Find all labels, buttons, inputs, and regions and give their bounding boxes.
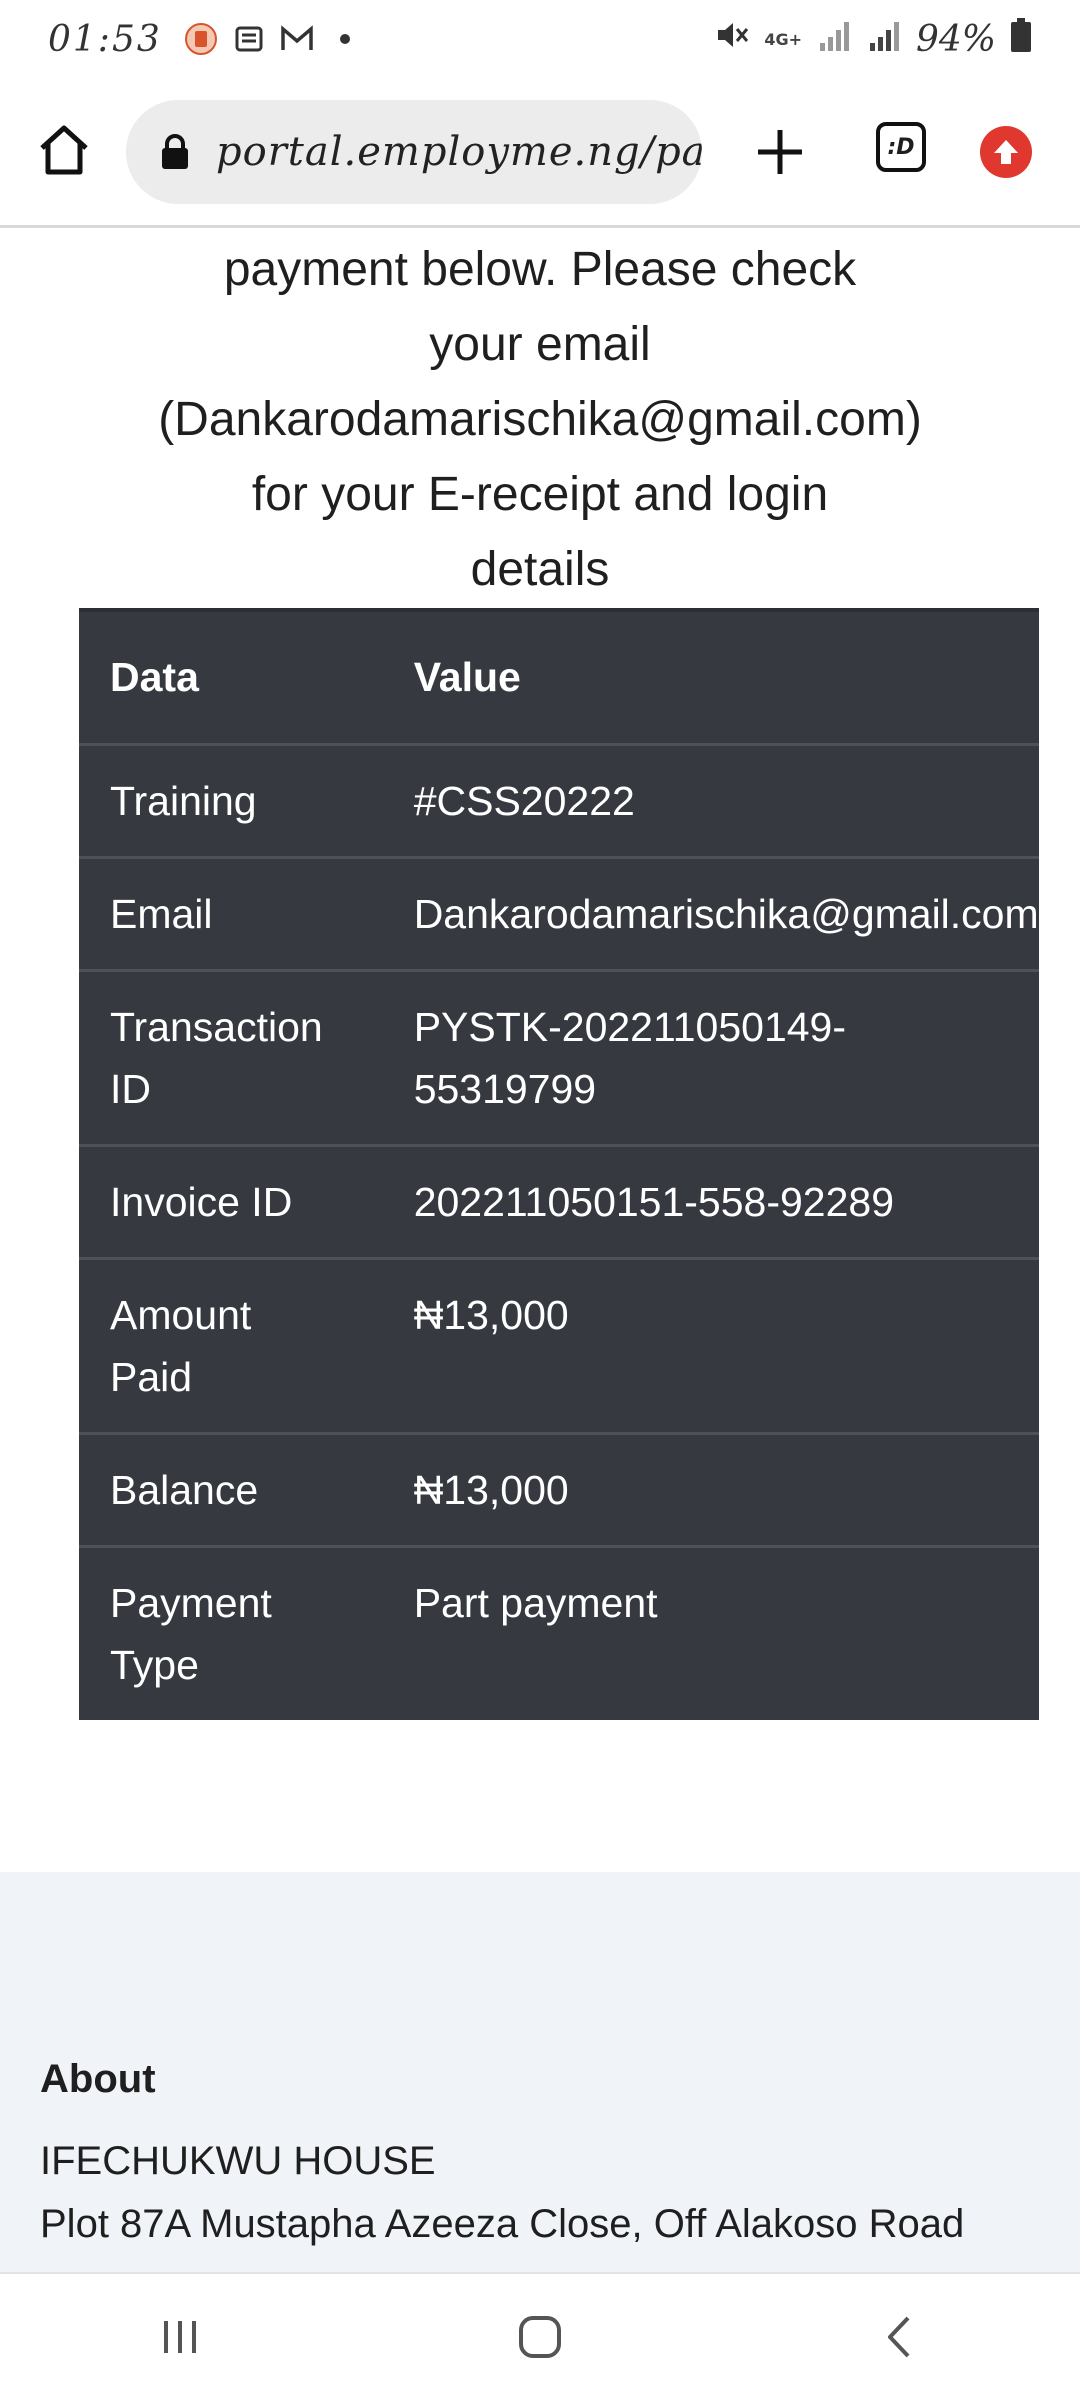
table-row: Training #CSS20222 xyxy=(79,742,1039,857)
tabs-button[interactable]: :D xyxy=(876,122,926,172)
signal-icon xyxy=(816,17,852,62)
row-value: 202211050151-558-92289 xyxy=(382,1143,1039,1258)
recent-apps-icon[interactable] xyxy=(140,2307,220,2367)
back-icon[interactable] xyxy=(860,2307,940,2367)
network-type-label: 4G+ xyxy=(764,29,802,49)
row-key: Invoice ID xyxy=(79,1143,383,1258)
gmail-icon xyxy=(280,22,314,56)
dot-icon xyxy=(328,22,362,56)
home-icon[interactable] xyxy=(36,122,92,178)
mute-icon xyxy=(714,17,750,62)
upgrade-icon[interactable] xyxy=(980,126,1032,178)
row-key: Transaction ID xyxy=(79,968,383,1145)
new-tab-icon[interactable] xyxy=(752,124,808,180)
home-nav-icon[interactable] xyxy=(500,2307,580,2367)
app-notification-icon xyxy=(184,22,218,56)
url-text[interactable]: portal.employme.ng/pay xyxy=(216,129,702,175)
footer-address-line1: IFECHUKWU HOUSE xyxy=(40,2139,436,2183)
notification-icons xyxy=(184,22,362,56)
intro-line: details xyxy=(470,543,610,596)
intro-line: (Dankarodamarischika@gmail.com) xyxy=(158,393,922,446)
table-header-row: Data Value xyxy=(79,608,1039,744)
battery-percent: 94% xyxy=(915,18,996,60)
table-row: Transaction ID PYSTK-202211050149-553197… xyxy=(79,968,1039,1145)
lock-icon xyxy=(160,133,190,171)
table-row: Amount Paid ₦13,000 xyxy=(79,1256,1039,1433)
signal-icon-2 xyxy=(866,17,902,62)
footer-address-line2: Plot 87A Mustapha Azeeza Close, Off Alak… xyxy=(40,2202,965,2246)
row-value: PYSTK-202211050149-55319799 xyxy=(382,968,1039,1145)
column-header-data: Data xyxy=(79,608,383,744)
message-icon xyxy=(232,22,266,56)
table-row: Payment Type Part payment xyxy=(79,1544,1039,1720)
table-row: Balance ₦13,000 xyxy=(79,1431,1039,1546)
intro-line: your email xyxy=(429,318,651,371)
row-key: Amount Paid xyxy=(79,1256,383,1433)
payment-intro-text: payment below. Please check your email (… xyxy=(0,232,1080,607)
address-bar[interactable]: portal.employme.ng/pay xyxy=(126,100,702,204)
battery-icon xyxy=(1010,17,1032,62)
intro-line: payment below. Please check xyxy=(223,243,857,296)
footer: About IFECHUKWU HOUSE Plot 87A Mustapha … xyxy=(0,1872,1080,2272)
browser-toolbar: portal.employme.ng/pay :D xyxy=(0,78,1080,228)
status-right: 4G+ 94% xyxy=(714,17,1032,62)
row-value: #CSS20222 xyxy=(382,742,1039,857)
row-value: Dankarodamarischika@gmail.com xyxy=(382,855,1039,970)
intro-line: for your E-receipt and login xyxy=(251,468,829,521)
status-bar: 01:53 4G+ 94% xyxy=(0,0,1080,78)
row-value: Part payment xyxy=(382,1544,1039,1720)
row-key: Payment Type xyxy=(79,1544,383,1720)
footer-about-title: About xyxy=(40,2057,156,2101)
table-row: Email Dankarodamarischika@gmail.com xyxy=(79,855,1039,970)
row-value: ₦13,000 xyxy=(382,1431,1039,1546)
table-row: Invoice ID 202211050151-558-92289 xyxy=(79,1143,1039,1258)
row-key: Email xyxy=(79,855,383,970)
payment-details-table: Data Value Training #CSS20222 Email Dank… xyxy=(79,608,1039,1720)
row-key: Balance xyxy=(79,1431,383,1546)
status-time: 01:53 xyxy=(48,18,162,60)
system-nav-bar xyxy=(0,2272,1080,2400)
row-value: ₦13,000 xyxy=(382,1256,1039,1433)
row-key: Training xyxy=(79,742,383,857)
column-header-value: Value xyxy=(382,608,1039,744)
